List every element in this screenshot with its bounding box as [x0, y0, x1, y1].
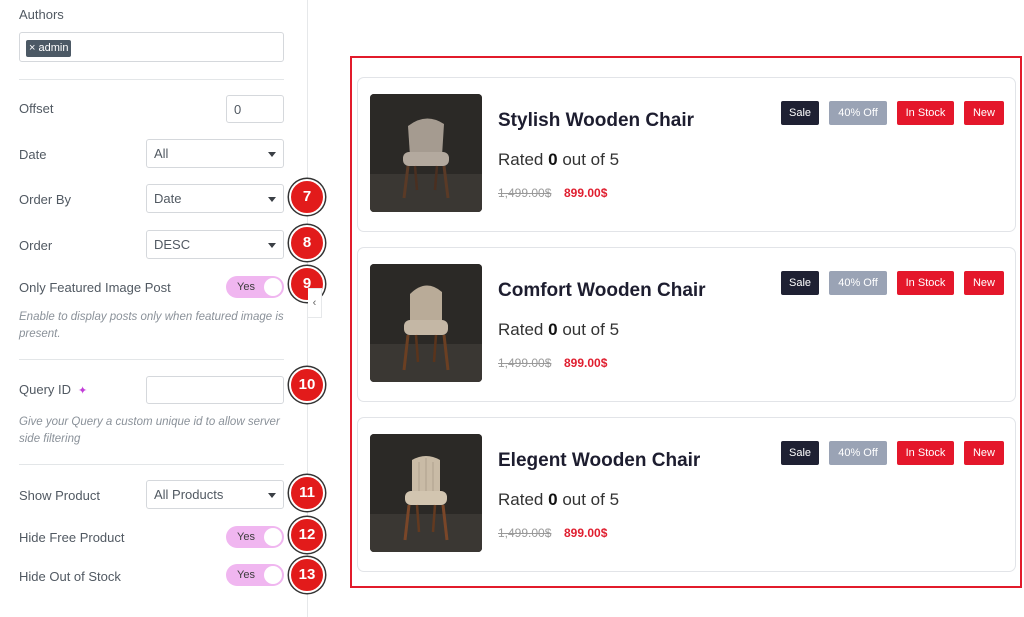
product-card[interactable]: Elegent Wooden Chair Rated 0 out of 5 1,…: [357, 417, 1016, 572]
featured-image-toggle[interactable]: Yes: [226, 276, 284, 298]
discount-badge: 40% Off: [829, 271, 887, 295]
product-card[interactable]: Stylish Wooden Chair Rated 0 out of 5 1,…: [357, 77, 1016, 232]
show-product-label: Show Product: [19, 488, 100, 503]
toggle-text: Yes: [237, 569, 255, 581]
hide-out-of-stock-toggle[interactable]: Yes: [226, 564, 284, 586]
query-id-label-text: Query ID: [19, 382, 72, 397]
hide-out-of-stock-label: Hide Out of Stock: [19, 569, 121, 584]
product-image[interactable]: [370, 434, 482, 552]
in-stock-badge: In Stock: [897, 441, 954, 465]
rated-prefix: Rated: [498, 490, 544, 509]
product-image[interactable]: [370, 264, 482, 382]
discount-badge: 40% Off: [829, 441, 887, 465]
sale-price: 899.00$: [564, 526, 608, 540]
chevron-down-icon: [268, 152, 276, 157]
order-by-label: Order By: [19, 192, 72, 207]
in-stock-badge: In Stock: [897, 101, 954, 125]
step-badge-12: 12: [289, 517, 325, 553]
regular-price: 1,499.00$: [498, 526, 552, 540]
product-title[interactable]: Elegent Wooden Chair: [498, 450, 700, 472]
authors-select[interactable]: × admin: [19, 32, 284, 62]
sale-badge: Sale: [781, 101, 819, 125]
query-id-input[interactable]: [146, 376, 284, 404]
rated-suffix: out of 5: [562, 320, 620, 339]
product-rating: Rated 0 out of 5: [498, 150, 619, 170]
author-tag[interactable]: × admin: [26, 40, 72, 57]
product-rating: Rated 0 out of 5: [498, 320, 619, 340]
show-product-select-value: All Products: [154, 487, 224, 502]
rating-value: 0: [548, 490, 558, 509]
toggle-text: Yes: [237, 281, 255, 293]
new-badge: New: [964, 441, 1004, 465]
chevron-down-icon: [268, 197, 276, 202]
new-badge: New: [964, 271, 1004, 295]
product-card[interactable]: Comfort Wooden Chair Rated 0 out of 5 1,…: [357, 247, 1016, 402]
order-by-select[interactable]: Date: [146, 184, 284, 213]
divider: [19, 79, 284, 80]
date-label: Date: [19, 147, 47, 162]
rated-prefix: Rated: [498, 320, 544, 339]
chair-image-icon: [370, 264, 482, 382]
show-product-select[interactable]: All Products: [146, 480, 284, 509]
order-label: Order: [19, 238, 53, 253]
settings-panel: Authors × admin Offset 0 Date All Order …: [0, 0, 325, 617]
date-select-value: All: [154, 146, 169, 161]
chevron-left-icon: ‹: [312, 297, 317, 309]
step-badge-10: 10: [289, 367, 325, 403]
authors-label: Authors: [19, 7, 64, 22]
order-select[interactable]: DESC: [146, 230, 284, 259]
rated-suffix: out of 5: [562, 490, 620, 509]
toggle-knob: [264, 528, 282, 546]
in-stock-badge: In Stock: [897, 271, 954, 295]
product-rating: Rated 0 out of 5: [498, 490, 619, 510]
panel-collapse-button[interactable]: ‹: [308, 288, 322, 318]
toggle-text: Yes: [237, 531, 255, 543]
regular-price: 1,499.00$: [498, 186, 552, 200]
featured-image-help: Enable to display posts only when featur…: [19, 311, 284, 340]
rated-suffix: out of 5: [562, 150, 620, 169]
query-id-label: Query ID ✦: [19, 382, 87, 397]
date-select[interactable]: All: [146, 139, 284, 168]
rated-prefix: Rated: [498, 150, 544, 169]
product-image[interactable]: [370, 94, 482, 212]
discount-badge: 40% Off: [829, 101, 887, 125]
step-badge-7: 7: [289, 179, 325, 215]
sale-badge: Sale: [781, 441, 819, 465]
regular-price: 1,499.00$: [498, 356, 552, 370]
divider: [19, 464, 284, 465]
product-title[interactable]: Comfort Wooden Chair: [498, 280, 706, 302]
toggle-knob: [264, 278, 282, 296]
order-select-value: DESC: [154, 237, 191, 252]
hide-free-label: Hide Free Product: [19, 530, 125, 545]
rating-value: 0: [548, 320, 558, 339]
sale-price: 899.00$: [564, 356, 608, 370]
step-badge-13: 13: [289, 557, 325, 593]
toggle-knob: [264, 566, 282, 584]
chevron-down-icon: [268, 243, 276, 248]
divider: [19, 359, 284, 360]
product-preview-area: Stylish Wooden Chair Rated 0 out of 5 1,…: [350, 56, 1022, 588]
offset-label: Offset: [19, 101, 54, 116]
query-id-help: Give your Query a custom unique id to al…: [19, 416, 280, 445]
sale-price: 899.00$: [564, 186, 608, 200]
chair-image-icon: [370, 94, 482, 212]
hide-free-toggle[interactable]: Yes: [226, 526, 284, 548]
chair-image-icon: [370, 434, 482, 552]
new-badge: New: [964, 101, 1004, 125]
ai-sparkle-icon[interactable]: ✦: [78, 385, 87, 397]
sale-badge: Sale: [781, 271, 819, 295]
featured-image-label: Only Featured Image Post: [19, 280, 171, 295]
product-title[interactable]: Stylish Wooden Chair: [498, 110, 694, 132]
offset-input[interactable]: 0: [226, 95, 284, 123]
order-by-select-value: Date: [154, 191, 182, 206]
step-badge-11: 11: [289, 475, 325, 511]
step-badge-8: 8: [289, 225, 325, 261]
rating-value: 0: [548, 150, 558, 169]
chevron-down-icon: [268, 493, 276, 498]
